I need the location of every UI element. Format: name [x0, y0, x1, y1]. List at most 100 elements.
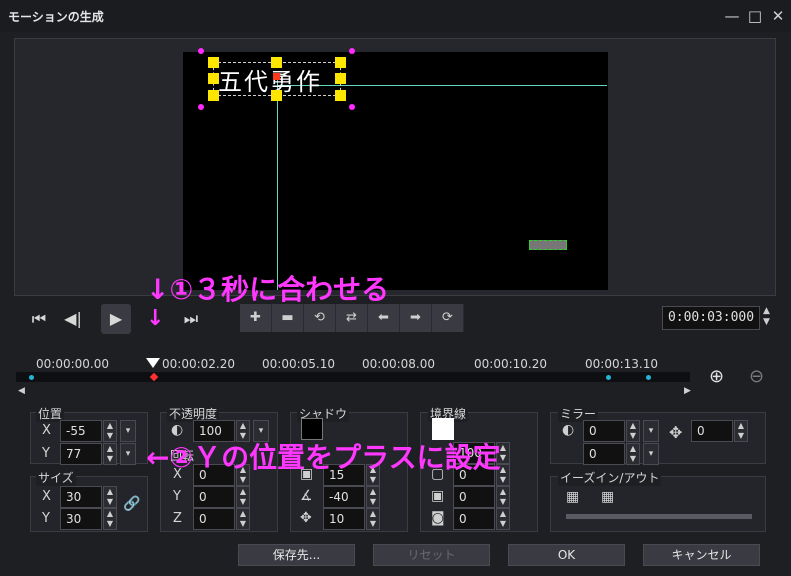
position-y-input[interactable]: 77	[60, 443, 102, 465]
zoom-out-icon[interactable]: ⊖	[749, 366, 764, 387]
cancel-button[interactable]: キャンセル	[643, 544, 760, 566]
keyframe-marker-4[interactable]	[646, 375, 651, 380]
mirror-distance-spinner[interactable]: ▲ ▼	[626, 443, 640, 465]
handle-tl[interactable]	[208, 57, 219, 68]
shadow-distance-spinner[interactable]: ▲ ▼	[366, 508, 380, 530]
shadow-angle-input[interactable]: -40	[323, 486, 365, 508]
position-y-label: Y	[42, 446, 50, 461]
size-title: サイズ	[36, 469, 76, 486]
prev-frame-button[interactable]: ◀|	[58, 304, 88, 334]
handle-bl[interactable]	[208, 90, 219, 101]
position-y-dropdown[interactable]: ▾	[120, 443, 136, 465]
rotation-y-label: Y	[173, 489, 181, 504]
keyframe-marker-3[interactable]	[606, 375, 611, 380]
annotation-step2: ←②Ｙの位置をプラスに設定	[146, 441, 501, 474]
remove-keyframe-button[interactable]: ▬	[272, 304, 304, 332]
rotation-z-input[interactable]: 0	[193, 508, 235, 530]
ease-slider[interactable]	[566, 514, 752, 519]
rotate-handle-br[interactable]	[349, 104, 355, 110]
shadow-distance-icon: ✥	[300, 510, 312, 526]
title-bar	[0, 0, 791, 32]
timecode-spinner[interactable]: ▲ ▼	[763, 306, 770, 328]
annotation-step1: ↓①３秒に合わせる	[146, 273, 390, 306]
handle-br[interactable]	[335, 90, 346, 101]
maximize-button[interactable]: □	[745, 6, 765, 26]
mirror-opacity-spinner[interactable]: ▲ ▼	[626, 420, 640, 442]
playhead[interactable]	[146, 358, 160, 368]
center-handle[interactable]	[273, 73, 280, 80]
end-position-box[interactable]	[529, 240, 567, 250]
timeline-scroll-left[interactable]: ◀	[18, 386, 25, 396]
size-x-spinner[interactable]: ▲ ▼	[103, 486, 117, 508]
timeline-scroll-right[interactable]: ▶	[684, 386, 691, 396]
border-soft-icon: ◙	[431, 510, 445, 526]
zoom-in-icon[interactable]: ⊕	[709, 366, 724, 387]
keyframe-marker-start[interactable]	[29, 375, 34, 380]
handle-tr[interactable]	[335, 57, 346, 68]
border-soft-spinner[interactable]: ▲ ▼	[496, 508, 510, 530]
rotation-y-spinner[interactable]: ▲ ▼	[236, 486, 250, 508]
preview-title-text[interactable]: 五代勇作	[218, 62, 322, 97]
swap-keyframe-button[interactable]: ⇄	[336, 304, 368, 332]
size-y-label: Y	[42, 511, 50, 526]
handle-bc[interactable]	[271, 90, 282, 101]
save-to-button[interactable]: 保存先...	[238, 544, 355, 566]
border-blur-input[interactable]: 0	[453, 486, 495, 508]
ease-title: イーズイン/アウト	[558, 469, 662, 486]
mirror-move-spinner[interactable]: ▲ ▼	[734, 420, 748, 442]
go-start-button[interactable]: ⏮	[24, 304, 54, 334]
rotate-handle-tr[interactable]	[349, 48, 355, 54]
rotation-y-input[interactable]: 0	[193, 486, 235, 508]
timeline-label-5: 00:00:13.10	[585, 357, 658, 371]
size-y-input[interactable]: 30	[60, 508, 102, 530]
position-x-dropdown[interactable]: ▾	[120, 420, 136, 442]
ease-out-icon[interactable]: ▦	[601, 489, 614, 505]
rotate-handle-tl[interactable]	[198, 48, 204, 54]
handle-mr[interactable]	[335, 73, 346, 84]
close-button[interactable]: ✕	[768, 6, 788, 26]
reset-button[interactable]: リセット	[373, 544, 490, 566]
mirror-opacity-input[interactable]: 0	[583, 420, 625, 442]
move-icon: ✥	[669, 423, 683, 442]
position-y-spinner[interactable]: ▲ ▼	[103, 443, 117, 465]
ease-in-icon[interactable]: ▦	[566, 489, 579, 505]
reverse-keyframe-button[interactable]: ⟲	[304, 304, 336, 332]
timeline-label-3: 00:00:08.00	[362, 357, 435, 371]
position-x-input[interactable]: -55	[60, 420, 102, 442]
timeline-label-1: 00:00:02.20	[162, 357, 235, 371]
keyframe-rotate-button[interactable]: ⟳	[432, 304, 464, 332]
mirror-opacity-dropdown[interactable]: ▾	[643, 420, 659, 442]
rotate-handle-bl[interactable]	[198, 104, 204, 110]
size-x-input[interactable]: 30	[60, 486, 102, 508]
shadow-distance-input[interactable]: 10	[323, 508, 365, 530]
position-x-spinner[interactable]: ▲ ▼	[103, 420, 117, 442]
minimize-button[interactable]: —	[722, 6, 742, 26]
guide-vertical	[277, 76, 278, 290]
rotation-z-label: Z	[173, 511, 182, 526]
handle-tc[interactable]	[271, 57, 282, 68]
timecode-field[interactable]: 0:00:03:000	[662, 306, 760, 330]
position-x-label: X	[42, 423, 51, 438]
keyframe-left-button[interactable]: ⬅	[368, 304, 400, 332]
annotation-step1-arrow: ↓	[146, 306, 165, 331]
link-icon[interactable]: 🔗	[123, 496, 140, 512]
border-soft-input[interactable]: 0	[453, 508, 495, 530]
size-x-label: X	[42, 489, 51, 504]
handle-ml[interactable]	[208, 73, 219, 84]
keyframe-right-button[interactable]: ➡	[400, 304, 432, 332]
timeline-label-4: 00:00:10.20	[474, 357, 547, 371]
rotation-z-spinner[interactable]: ▲ ▼	[236, 508, 250, 530]
timeline-track[interactable]	[16, 372, 690, 382]
ok-button[interactable]: OK	[508, 544, 625, 566]
mirror-distance-input[interactable]: 0	[583, 443, 625, 465]
play-button[interactable]: ▶	[101, 304, 131, 334]
shadow-angle-spinner[interactable]: ▲ ▼	[366, 486, 380, 508]
go-end-button[interactable]: ⏭	[176, 304, 206, 334]
mirror-move-input[interactable]: 0	[691, 420, 733, 442]
mirror-distance-dropdown[interactable]: ▾	[643, 443, 659, 465]
size-y-spinner[interactable]: ▲ ▼	[103, 508, 117, 530]
window-title: モーションの生成	[8, 10, 104, 24]
timeline-label-2: 00:00:05.10	[262, 357, 335, 371]
add-keyframe-button[interactable]: ✚	[240, 304, 272, 332]
border-blur-spinner[interactable]: ▲ ▼	[496, 486, 510, 508]
